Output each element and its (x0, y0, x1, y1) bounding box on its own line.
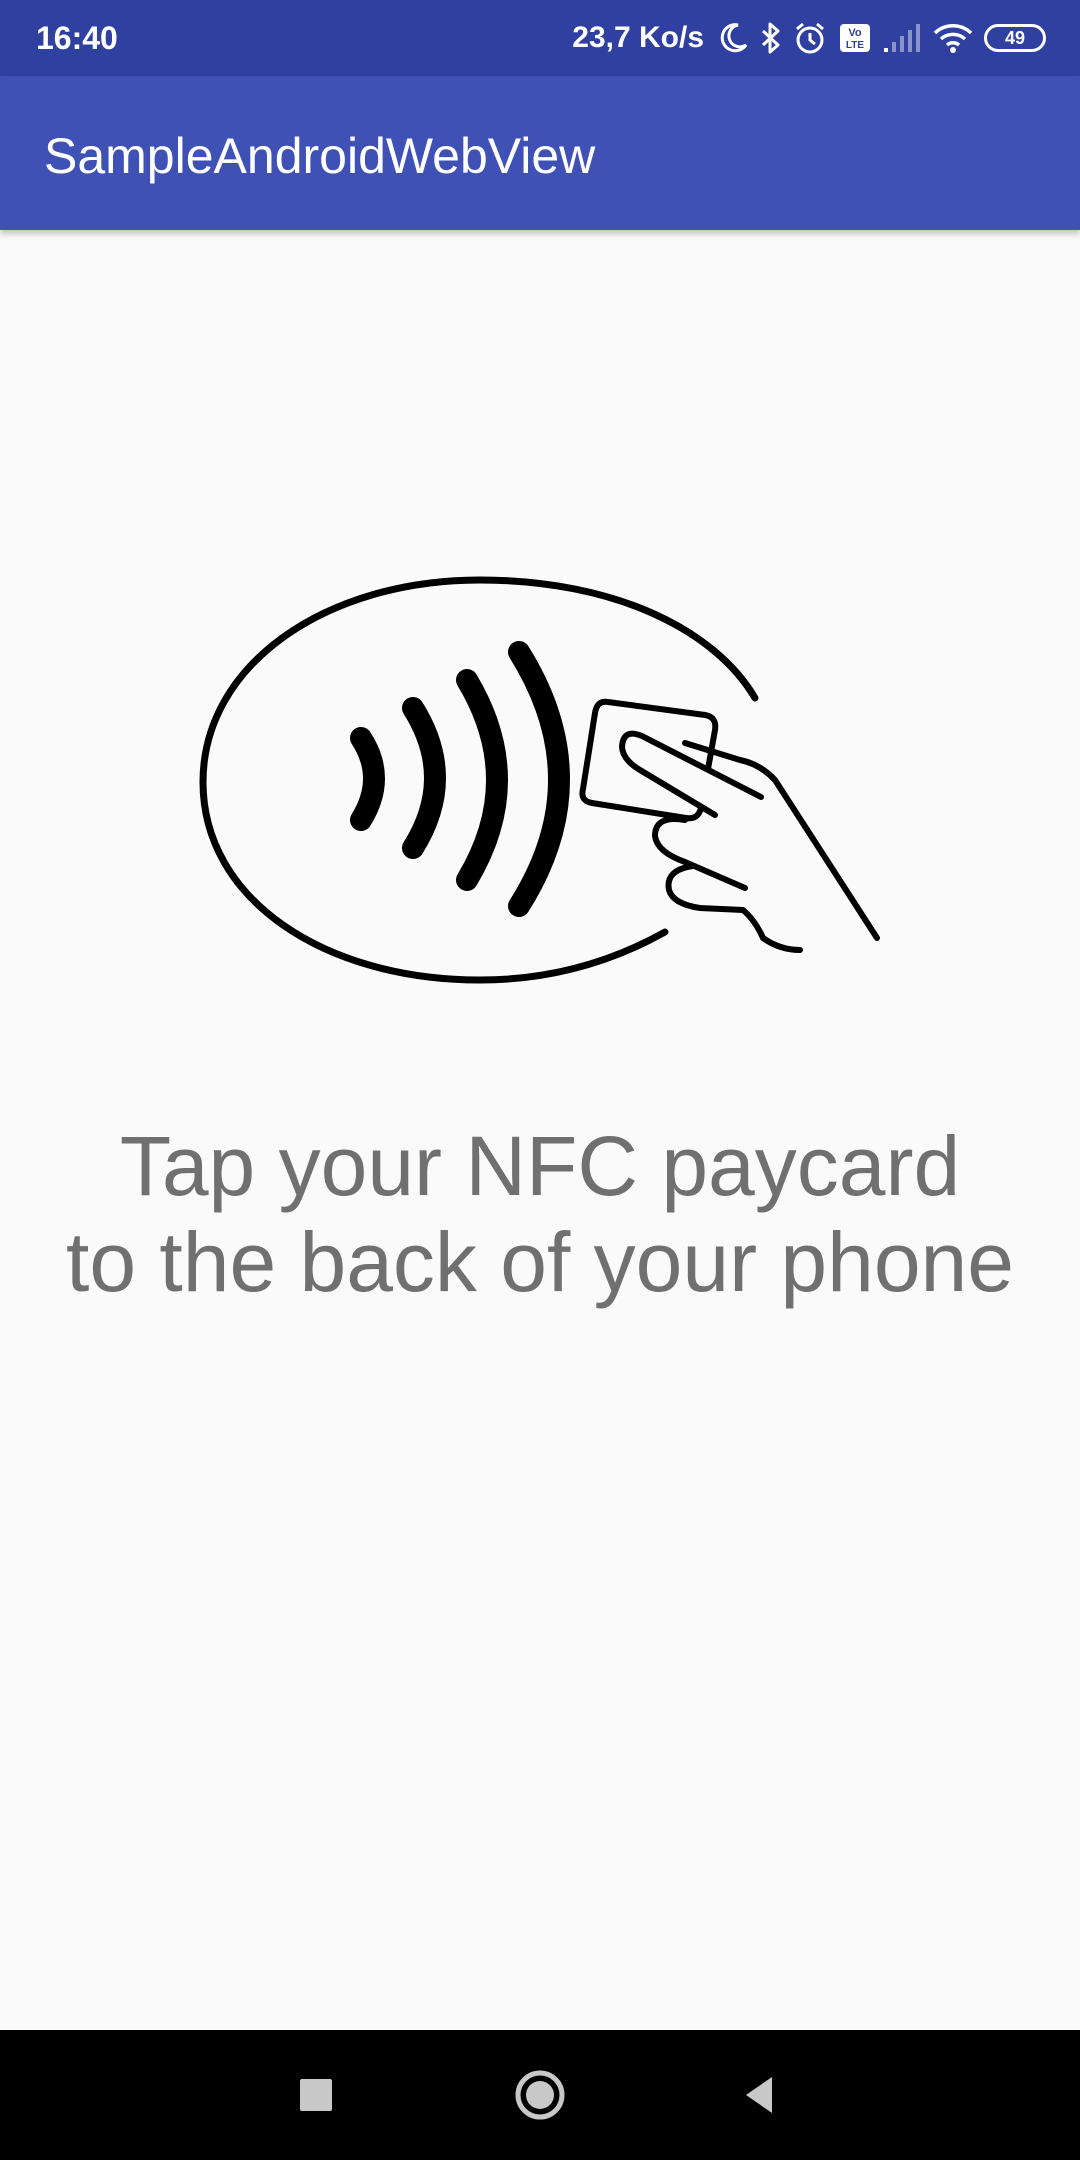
wave-2 (402, 697, 446, 859)
wave-4 (508, 641, 570, 917)
svg-text:LTE: LTE (846, 40, 864, 51)
app-title: SampleAndroidWebView (44, 128, 596, 184)
recents-icon (300, 2079, 332, 2111)
wave-3 (456, 669, 508, 891)
app-bar: SampleAndroidWebView (0, 76, 1080, 230)
volte-icon: Vo LTE (838, 22, 872, 54)
wave-1 (350, 727, 385, 831)
status-icons: 23,7 Ko/s Vo LTE 49 (572, 16, 1046, 60)
battery-icon: 49 (984, 24, 1046, 52)
instruction-text: Tap your NFC paycard to the back of your… (0, 1118, 1080, 1310)
status-bar: 16:40 23,7 Ko/s Vo LTE 49 (0, 0, 1080, 76)
wifi-icon (932, 21, 974, 55)
recents-button[interactable] (276, 2055, 356, 2135)
status-time: 16:40 (36, 20, 118, 56)
instruction-line-1: Tap your NFC paycard (119, 1119, 961, 1213)
alarm-icon (792, 20, 828, 56)
instruction-line-2: to the back of your phone (66, 1215, 1014, 1309)
signal-icon (882, 22, 922, 54)
navigation-bar (0, 2030, 1080, 2160)
svg-text:Vo: Vo (848, 27, 862, 39)
moon-icon (716, 21, 750, 55)
finger-2 (665, 863, 803, 953)
home-icon (515, 2070, 565, 2120)
nfc-contactless-card-tap-icon (199, 576, 880, 984)
back-button[interactable] (720, 2055, 800, 2135)
network-speed: 23,7 Ko/s (572, 21, 704, 54)
home-button[interactable] (500, 2055, 580, 2135)
battery-level: 49 (1004, 27, 1026, 48)
bluetooth-icon (760, 21, 782, 55)
back-icon (746, 2077, 772, 2113)
